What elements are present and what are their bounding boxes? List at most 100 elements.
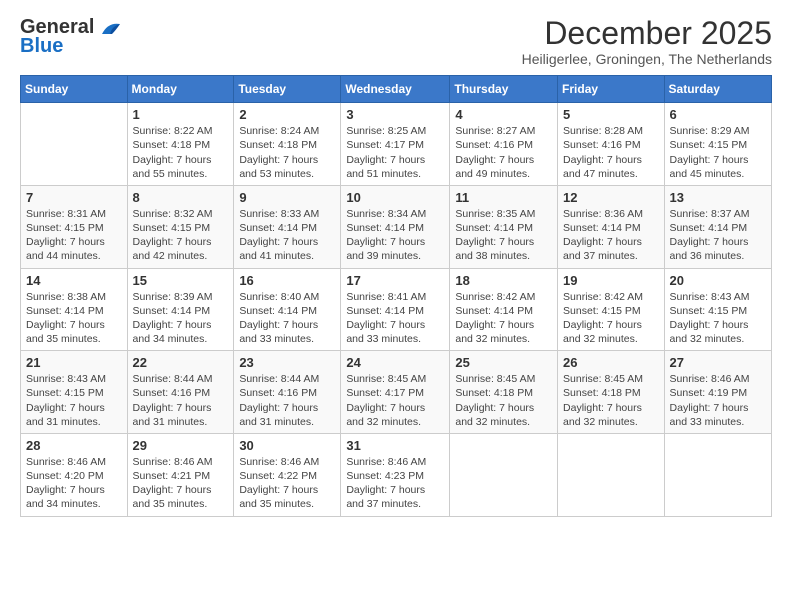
calendar-cell: 5 Sunrise: 8:28 AM Sunset: 4:16 PM Daylig…: [558, 103, 665, 186]
day-info: Sunrise: 8:39 AM Sunset: 4:14 PM Dayligh…: [133, 290, 229, 347]
calendar-cell: 16 Sunrise: 8:40 AM Sunset: 4:14 PM Dayli…: [234, 268, 341, 351]
calendar-cell: 26Sunrise: 8:45 AM Sunset: 4:18 PM Dayli…: [558, 351, 665, 434]
day-number: 13: [670, 190, 766, 205]
calendar-cell: 29 Sunrise: 8:46 AM Sunset: 4:21 PM Dayli…: [127, 433, 234, 516]
calendar-cell: 22 Sunrise: 8:44 AM Sunset: 4:16 PM Dayli…: [127, 351, 234, 434]
day-info: Sunrise: 8:46 AM Sunset: 4:23 PM Dayligh…: [346, 455, 444, 512]
day-number: 2: [239, 107, 335, 122]
calendar-week-4: 21 Sunrise: 8:43 AM Sunset: 4:15 PM Dayli…: [21, 351, 772, 434]
day-number: 15: [133, 273, 229, 288]
day-number: 23: [239, 355, 335, 370]
logo-blue-text: Blue: [20, 35, 63, 58]
location-subtitle: Heiligerlee, Groningen, The Netherlands: [522, 51, 772, 67]
calendar-cell: 15 Sunrise: 8:39 AM Sunset: 4:14 PM Dayli…: [127, 268, 234, 351]
calendar-cell: 30 Sunrise: 8:46 AM Sunset: 4:22 PM Dayli…: [234, 433, 341, 516]
month-title: December 2025: [522, 16, 772, 51]
day-info: Sunrise: 8:42 AM Sunset: 4:14 PM Dayligh…: [455, 290, 552, 347]
day-info: Sunrise: 8:43 AM Sunset: 4:15 PM Dayligh…: [670, 290, 766, 347]
day-info: Sunrise: 8:37 AM Sunset: 4:14 PM Dayligh…: [670, 207, 766, 264]
calendar-cell: 11Sunrise: 8:35 AM Sunset: 4:14 PM Dayli…: [450, 185, 558, 268]
calendar-week-2: 7 Sunrise: 8:31 AM Sunset: 4:15 PM Daylig…: [21, 185, 772, 268]
day-number: 3: [346, 107, 444, 122]
day-number: 16: [239, 273, 335, 288]
day-info: Sunrise: 8:29 AM Sunset: 4:15 PM Dayligh…: [670, 124, 766, 181]
day-number: 25: [455, 355, 552, 370]
page-header: General Blue December 2025 Heiligerlee, …: [20, 16, 772, 67]
calendar-cell: 17 Sunrise: 8:41 AM Sunset: 4:14 PM Dayli…: [341, 268, 450, 351]
column-header-wednesday: Wednesday: [341, 76, 450, 103]
calendar-week-5: 28 Sunrise: 8:46 AM Sunset: 4:20 PM Dayli…: [21, 433, 772, 516]
day-number: 4: [455, 107, 552, 122]
day-number: 7: [26, 190, 122, 205]
calendar-header-row: SundayMondayTuesdayWednesdayThursdayFrid…: [21, 76, 772, 103]
column-header-sunday: Sunday: [21, 76, 128, 103]
calendar-cell: 19Sunrise: 8:42 AM Sunset: 4:15 PM Dayli…: [558, 268, 665, 351]
calendar-cell: 18Sunrise: 8:42 AM Sunset: 4:14 PM Dayli…: [450, 268, 558, 351]
calendar-cell: 8 Sunrise: 8:32 AM Sunset: 4:15 PM Daylig…: [127, 185, 234, 268]
day-number: 17: [346, 273, 444, 288]
day-number: 30: [239, 438, 335, 453]
day-info: Sunrise: 8:44 AM Sunset: 4:16 PM Dayligh…: [239, 372, 335, 429]
day-number: 24: [346, 355, 444, 370]
day-number: 8: [133, 190, 229, 205]
column-header-thursday: Thursday: [450, 76, 558, 103]
column-header-saturday: Saturday: [664, 76, 771, 103]
logo-bird-icon: [100, 20, 122, 36]
day-number: 10: [346, 190, 444, 205]
day-info: Sunrise: 8:24 AM Sunset: 4:18 PM Dayligh…: [239, 124, 335, 181]
calendar-cell: 2 Sunrise: 8:24 AM Sunset: 4:18 PM Daylig…: [234, 103, 341, 186]
day-info: Sunrise: 8:42 AM Sunset: 4:15 PM Dayligh…: [563, 290, 659, 347]
calendar-cell: 28 Sunrise: 8:46 AM Sunset: 4:20 PM Dayli…: [21, 433, 128, 516]
title-area: December 2025 Heiligerlee, Groningen, Th…: [522, 16, 772, 67]
day-info: Sunrise: 8:40 AM Sunset: 4:14 PM Dayligh…: [239, 290, 335, 347]
column-header-tuesday: Tuesday: [234, 76, 341, 103]
day-info: Sunrise: 8:46 AM Sunset: 4:20 PM Dayligh…: [26, 455, 122, 512]
day-number: 21: [26, 355, 122, 370]
day-info: Sunrise: 8:32 AM Sunset: 4:15 PM Dayligh…: [133, 207, 229, 264]
calendar-body: 1Sunrise: 8:22 AM Sunset: 4:18 PM Daylig…: [21, 103, 772, 516]
day-number: 22: [133, 355, 229, 370]
day-info: Sunrise: 8:27 AM Sunset: 4:16 PM Dayligh…: [455, 124, 552, 181]
day-info: Sunrise: 8:46 AM Sunset: 4:19 PM Dayligh…: [670, 372, 766, 429]
day-info: Sunrise: 8:35 AM Sunset: 4:14 PM Dayligh…: [455, 207, 552, 264]
calendar-cell: 4 Sunrise: 8:27 AM Sunset: 4:16 PM Daylig…: [450, 103, 558, 186]
column-header-monday: Monday: [127, 76, 234, 103]
calendar-cell: [664, 433, 771, 516]
calendar-cell: 27Sunrise: 8:46 AM Sunset: 4:19 PM Dayli…: [664, 351, 771, 434]
day-info: Sunrise: 8:38 AM Sunset: 4:14 PM Dayligh…: [26, 290, 122, 347]
day-number: 14: [26, 273, 122, 288]
day-info: Sunrise: 8:36 AM Sunset: 4:14 PM Dayligh…: [563, 207, 659, 264]
day-number: 31: [346, 438, 444, 453]
day-info: Sunrise: 8:41 AM Sunset: 4:14 PM Dayligh…: [346, 290, 444, 347]
calendar-cell: 25 Sunrise: 8:45 AM Sunset: 4:18 PM Dayli…: [450, 351, 558, 434]
calendar-cell: 24 Sunrise: 8:45 AM Sunset: 4:17 PM Dayli…: [341, 351, 450, 434]
day-number: 26: [563, 355, 659, 370]
calendar-cell: 10 Sunrise: 8:34 AM Sunset: 4:14 PM Dayli…: [341, 185, 450, 268]
calendar-cell: 14 Sunrise: 8:38 AM Sunset: 4:14 PM Dayli…: [21, 268, 128, 351]
day-info: Sunrise: 8:34 AM Sunset: 4:14 PM Dayligh…: [346, 207, 444, 264]
day-number: 29: [133, 438, 229, 453]
day-info: Sunrise: 8:28 AM Sunset: 4:16 PM Dayligh…: [563, 124, 659, 181]
calendar-cell: 9Sunrise: 8:33 AM Sunset: 4:14 PM Daylig…: [234, 185, 341, 268]
day-info: Sunrise: 8:46 AM Sunset: 4:22 PM Dayligh…: [239, 455, 335, 512]
calendar-cell: 3Sunrise: 8:25 AM Sunset: 4:17 PM Daylig…: [341, 103, 450, 186]
day-info: Sunrise: 8:46 AM Sunset: 4:21 PM Dayligh…: [133, 455, 229, 512]
day-info: Sunrise: 8:45 AM Sunset: 4:18 PM Dayligh…: [455, 372, 552, 429]
calendar-week-1: 1Sunrise: 8:22 AM Sunset: 4:18 PM Daylig…: [21, 103, 772, 186]
calendar-cell: 20 Sunrise: 8:43 AM Sunset: 4:15 PM Dayli…: [664, 268, 771, 351]
day-info: Sunrise: 8:45 AM Sunset: 4:17 PM Dayligh…: [346, 372, 444, 429]
day-number: 5: [563, 107, 659, 122]
calendar-cell: 21 Sunrise: 8:43 AM Sunset: 4:15 PM Dayli…: [21, 351, 128, 434]
day-info: Sunrise: 8:43 AM Sunset: 4:15 PM Dayligh…: [26, 372, 122, 429]
calendar-cell: 23 Sunrise: 8:44 AM Sunset: 4:16 PM Dayli…: [234, 351, 341, 434]
calendar-cell: 6Sunrise: 8:29 AM Sunset: 4:15 PM Daylig…: [664, 103, 771, 186]
calendar-cell: 12Sunrise: 8:36 AM Sunset: 4:14 PM Dayli…: [558, 185, 665, 268]
day-number: 28: [26, 438, 122, 453]
calendar-cell: 31 Sunrise: 8:46 AM Sunset: 4:23 PM Dayli…: [341, 433, 450, 516]
day-info: Sunrise: 8:44 AM Sunset: 4:16 PM Dayligh…: [133, 372, 229, 429]
calendar-cell: [558, 433, 665, 516]
calendar-cell: 1Sunrise: 8:22 AM Sunset: 4:18 PM Daylig…: [127, 103, 234, 186]
calendar-cell: 13 Sunrise: 8:37 AM Sunset: 4:14 PM Dayli…: [664, 185, 771, 268]
day-info: Sunrise: 8:31 AM Sunset: 4:15 PM Dayligh…: [26, 207, 122, 264]
day-number: 20: [670, 273, 766, 288]
